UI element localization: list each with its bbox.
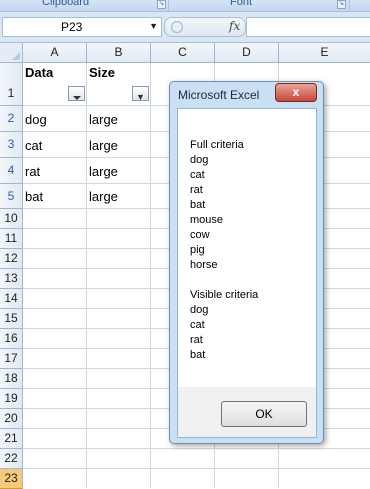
row-header-5[interactable]: 5 <box>0 184 23 209</box>
chevron-down-icon[interactable]: ▼ <box>149 21 158 31</box>
gridline <box>86 63 87 488</box>
column-header-c[interactable]: C <box>151 43 215 63</box>
ribbon-strip: Clipboard ↘ Font ↘ <box>0 0 370 12</box>
ribbon-group-font: Font <box>230 0 253 8</box>
ok-button[interactable]: OK <box>221 401 307 427</box>
gridline <box>23 468 370 469</box>
message-line: rat <box>190 334 203 346</box>
formula-bar: P23 ▼ fx <box>0 12 370 43</box>
row-header-11[interactable]: 11 <box>0 229 23 249</box>
dialog-body: Full criteria dog cat rat bat mouse cow … <box>177 108 317 438</box>
message-line: cow <box>190 229 210 241</box>
filter-active-button[interactable]: ▼ <box>132 86 149 102</box>
row-header-20[interactable]: 20 <box>0 409 23 429</box>
cell-a2[interactable]: dog <box>25 112 47 127</box>
row-header-17[interactable]: 17 <box>0 349 23 369</box>
cell-a3[interactable]: cat <box>25 138 42 153</box>
row-header-19[interactable]: 19 <box>0 389 23 409</box>
row-header-14[interactable]: 14 <box>0 289 23 309</box>
row-header-12[interactable]: 12 <box>0 249 23 269</box>
insert-function-icon[interactable]: fx <box>229 19 240 33</box>
cell-a1[interactable]: Data <box>25 65 53 80</box>
row-header-3[interactable]: 3 <box>0 132 23 158</box>
chevron-down-icon <box>72 96 81 100</box>
message-line: bat <box>190 199 206 211</box>
filter-dropdown-button[interactable] <box>68 86 85 101</box>
ribbon-divider <box>168 0 169 11</box>
name-box-value: P23 <box>61 20 83 34</box>
message-line: mouse <box>190 214 224 226</box>
row-header-22[interactable]: 22 <box>0 449 23 469</box>
row-header-2[interactable]: 2 <box>0 106 23 132</box>
row-header-10[interactable]: 10 <box>0 209 23 229</box>
column-header-a[interactable]: A <box>23 43 87 63</box>
select-all-corner[interactable] <box>0 43 23 63</box>
column-header-b[interactable]: B <box>87 43 151 63</box>
clipboard-launcher-icon[interactable]: ↘ <box>157 0 166 9</box>
row-header-21[interactable]: 21 <box>0 429 23 449</box>
row-header-15[interactable]: 15 <box>0 309 23 329</box>
message-line: pig <box>190 244 205 256</box>
column-header-e[interactable]: E <box>279 43 370 63</box>
close-button[interactable]: x <box>275 83 317 102</box>
message-line: cat <box>190 319 205 331</box>
row-header-23[interactable]: 23 <box>0 469 23 489</box>
name-box[interactable]: P23 ▼ <box>2 17 162 37</box>
ribbon-divider <box>349 0 350 11</box>
cell-b1[interactable]: Size <box>89 65 115 80</box>
message-line: rat <box>190 184 203 196</box>
row-header-1[interactable]: 1 <box>0 63 23 106</box>
gridline <box>23 448 370 449</box>
dialog-title: Microsoft Excel <box>178 88 260 102</box>
column-header-d[interactable]: D <box>215 43 279 63</box>
cell-b3[interactable]: large <box>89 138 118 153</box>
row-header-13[interactable]: 13 <box>0 269 23 289</box>
cell-a5[interactable]: bat <box>25 189 43 204</box>
row-header-18[interactable]: 18 <box>0 369 23 389</box>
row-header-16[interactable]: 16 <box>0 329 23 349</box>
splitter-handle-icon[interactable] <box>171 21 183 33</box>
cell-b2[interactable]: large <box>89 112 118 127</box>
formula-input[interactable] <box>246 17 370 37</box>
message-line: bat <box>190 349 206 361</box>
message-line: Full criteria <box>190 139 244 151</box>
cell-b4[interactable]: large <box>89 164 118 179</box>
cell-b5[interactable]: large <box>89 189 118 204</box>
funnel-filter-icon: ▼ <box>136 92 145 102</box>
message-line: dog <box>190 154 209 166</box>
cell-a4[interactable]: rat <box>25 164 40 179</box>
ribbon-group-clipboard: Clipboard <box>42 0 90 8</box>
message-area: Full criteria dog cat rat bat mouse cow … <box>178 109 316 387</box>
message-line: horse <box>190 259 218 271</box>
message-line: Visible criteria <box>190 289 259 301</box>
gridline <box>150 63 151 488</box>
message-line: dog <box>190 304 209 316</box>
message-line: cat <box>190 169 205 181</box>
row-header-4[interactable]: 4 <box>0 158 23 184</box>
formula-controls: fx <box>164 17 246 37</box>
message-box-dialog: Microsoft Excel x Full criteria dog cat … <box>169 81 324 444</box>
font-launcher-icon[interactable]: ↘ <box>337 0 346 9</box>
